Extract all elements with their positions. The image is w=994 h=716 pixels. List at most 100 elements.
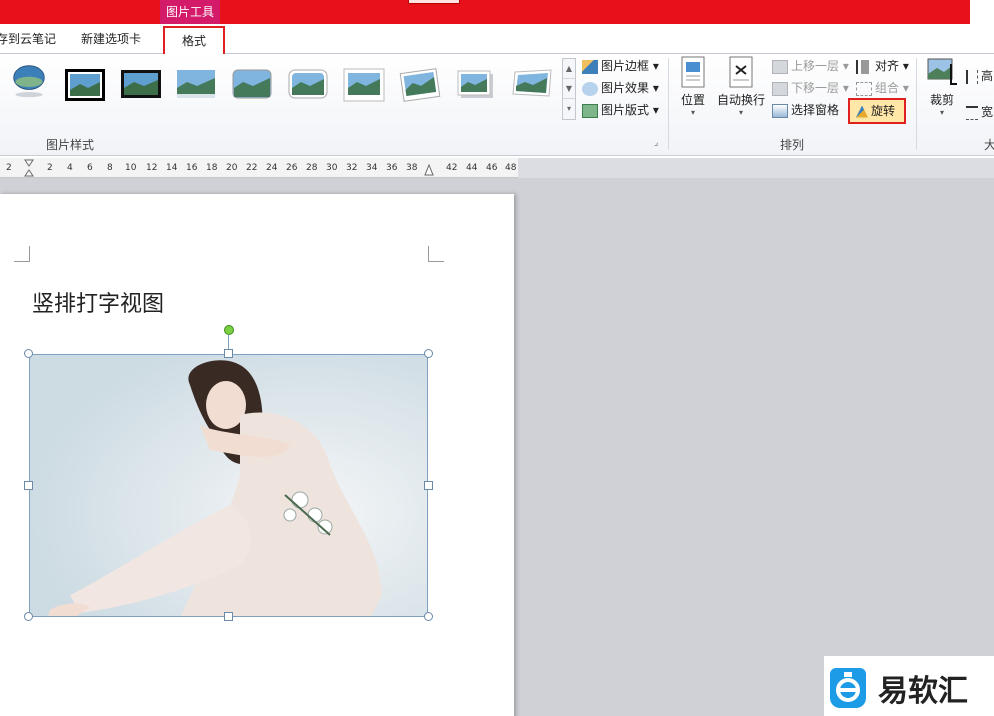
gallery-down-icon[interactable]: ▼: [563, 79, 575, 99]
ruler-tick: 42: [446, 163, 458, 173]
position-button[interactable]: 位置 ▾: [676, 56, 710, 117]
ruler-tick: 8: [107, 163, 113, 173]
height-icon: [966, 69, 978, 84]
title-bar-notch: [408, 0, 460, 4]
group-icon: [856, 81, 872, 96]
resize-handle-top-right[interactable]: [424, 349, 433, 358]
ruler-tick: 48: [505, 163, 517, 173]
send-backward-icon: [772, 81, 788, 96]
document-heading[interactable]: 竖排打字视图: [32, 286, 164, 318]
ribbon: ▲ ▼ ▾ 图片边框 ▾ 图片效果 ▾ 图片版式 ▾ 图片样式 ⌟ 位置 ▾ 自…: [0, 54, 994, 156]
horizontal-ruler[interactable]: 2 2 4 6 8 10 12 14 16 18 20 22 24 26 28 …: [0, 158, 518, 178]
resize-handle-bottom-right[interactable]: [424, 612, 433, 621]
resize-handle-bottom-left[interactable]: [24, 612, 33, 621]
picture-style-rounded[interactable]: [231, 68, 273, 102]
selection-pane-icon: [772, 103, 788, 118]
pencil-icon: [582, 59, 598, 74]
crop-button[interactable]: 裁剪 ▾: [922, 56, 962, 117]
resize-handle-right[interactable]: [424, 481, 433, 490]
group-label-arrange: 排列: [780, 138, 805, 152]
picture-effects-button[interactable]: 图片效果 ▾: [582, 78, 659, 98]
right-indent-marker-icon[interactable]: [424, 164, 434, 176]
ruler-tick: 38: [406, 163, 418, 173]
title-bar: [0, 0, 970, 24]
picture-style-bevel[interactable]: [287, 68, 329, 102]
ruler-background: [518, 158, 994, 178]
ruler-tick: 18: [206, 163, 218, 173]
ruler-tick: 22: [246, 163, 258, 173]
resize-handle-bottom[interactable]: [224, 612, 233, 621]
width-field[interactable]: 宽: [966, 102, 993, 122]
ruler-tick: 6: [87, 163, 93, 173]
bring-forward-icon: [772, 59, 788, 74]
ruler-tick: 32: [346, 163, 358, 173]
selection-pane-button[interactable]: 选择窗格: [772, 100, 839, 120]
ruler-tick: 2: [6, 163, 12, 173]
bring-forward-button[interactable]: 上移一层 ▾: [772, 56, 849, 76]
ruler-tick: 46: [486, 163, 498, 173]
picture-style-soft-edge[interactable]: [175, 68, 217, 102]
ruler-tick: 20: [226, 163, 238, 173]
photo-image: [30, 355, 427, 616]
ruler-tick: 24: [266, 163, 278, 173]
margin-corner-mark: [14, 246, 30, 262]
group-label-size: 大: [984, 138, 994, 152]
watermark-text: 易软汇: [878, 674, 968, 709]
ruler-tick: 2: [47, 163, 53, 173]
rotate-icon: [856, 105, 868, 118]
picture-style-white-frame[interactable]: [343, 68, 385, 102]
align-icon: [856, 59, 872, 74]
watermark-logo-icon: [830, 668, 866, 708]
ribbon-tab-row: 存到云笔记 新建选项卡: [0, 24, 994, 54]
picture-style-shadow[interactable]: [455, 68, 497, 102]
logo-mark-icon: [836, 672, 860, 702]
margin-corner-mark: [428, 246, 444, 262]
style-gallery-scroll[interactable]: ▲ ▼ ▾: [562, 58, 576, 120]
ruler-tick: 44: [466, 163, 478, 173]
group-objects-button[interactable]: 组合 ▾: [856, 78, 909, 98]
picture-style-oval[interactable]: [8, 64, 50, 98]
crop-icon: [927, 58, 957, 85]
ruler-tick: 34: [366, 163, 378, 173]
picture-style-thick-frame[interactable]: [120, 68, 162, 102]
resize-handle-top[interactable]: [224, 349, 233, 358]
ruler-tick: 36: [386, 163, 398, 173]
ruler-tick: 26: [286, 163, 298, 173]
ruler-tick: 16: [186, 163, 198, 173]
align-button[interactable]: 对齐 ▾: [856, 56, 909, 76]
selected-picture[interactable]: [29, 354, 428, 617]
tab-new-tab[interactable]: 新建选项卡: [81, 24, 141, 54]
group-label-picture-styles: 图片样式: [46, 138, 95, 152]
picture-layout-button[interactable]: 图片版式 ▾: [582, 100, 659, 120]
group-separator: [668, 58, 669, 150]
resize-handle-top-left[interactable]: [24, 349, 33, 358]
ruler-tick: 28: [306, 163, 318, 173]
position-icon: [681, 56, 705, 88]
dialog-launcher-icon[interactable]: ⌟: [654, 138, 658, 148]
ruler-tick: 30: [326, 163, 338, 173]
picture-style-black-frame[interactable]: [64, 68, 106, 102]
gallery-up-icon[interactable]: ▲: [563, 59, 575, 79]
watermark: 易软汇: [824, 656, 994, 716]
picture-border-button[interactable]: 图片边框 ▾: [582, 56, 659, 76]
ruler-tick: 10: [125, 163, 137, 173]
layout-icon: [582, 103, 598, 118]
wrap-text-button[interactable]: 自动换行 ▾: [716, 56, 766, 117]
height-field[interactable]: 高: [966, 66, 993, 86]
picture-tools-context-tab[interactable]: 图片工具: [160, 0, 220, 24]
rotation-handle[interactable]: [224, 325, 234, 335]
resize-handle-left[interactable]: [24, 481, 33, 490]
indent-marker-icon[interactable]: [24, 159, 34, 177]
send-backward-button[interactable]: 下移一层 ▾: [772, 78, 849, 98]
gallery-more-icon[interactable]: ▾: [563, 99, 575, 119]
tab-save-to-cloud-notes[interactable]: 存到云笔记: [0, 24, 56, 54]
width-icon: [966, 105, 978, 120]
ruler-tick: 12: [146, 163, 158, 173]
word-window: 图片工具 存到云笔记 新建选项卡 格式 ▲ ▼ ▾ 图片边框 ▾ 图片效果 ▾ …: [0, 0, 994, 716]
rotate-button[interactable]: 旋转: [848, 98, 906, 124]
ruler-tick: 4: [67, 163, 73, 173]
picture-style-perspective[interactable]: [511, 68, 553, 102]
picture-style-tilted[interactable]: [399, 68, 441, 102]
group-separator: [916, 58, 917, 150]
wrap-text-icon: [729, 56, 753, 88]
